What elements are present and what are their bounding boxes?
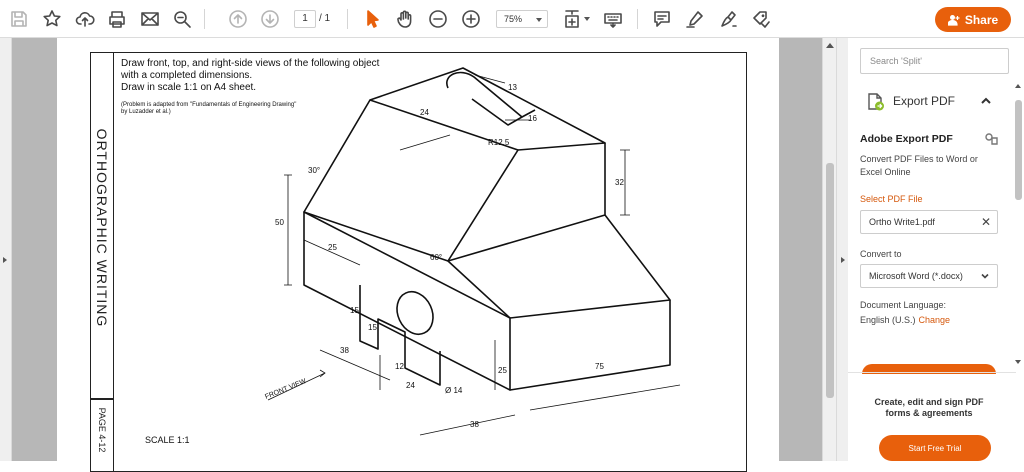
isometric-object-svg: 24 13 16 R12.5 30° 32 50 25 60° 15 15 38… [264, 67, 681, 436]
share-label: Share [964, 12, 999, 27]
dimension-line [529, 384, 681, 411]
hand-tool-icon[interactable] [393, 7, 417, 31]
scroll-thumb[interactable] [1015, 100, 1022, 200]
adobe-export-description: Convert PDF Files to Word or Excel Onlin… [860, 154, 978, 177]
dimension-label: 25 [498, 366, 507, 375]
clear-file-icon[interactable]: ✕ [981, 216, 991, 228]
dimension-label: 12 [395, 362, 404, 371]
right-panel-toggle[interactable] [836, 38, 848, 461]
expand-arrow-icon [3, 257, 7, 263]
dimension-label: R12.5 [488, 138, 510, 147]
print-icon[interactable] [105, 7, 129, 31]
front-face [303, 211, 511, 391]
dimension-label: 32 [615, 178, 624, 187]
page-number-input[interactable]: 1 [294, 10, 316, 28]
dimension-label: 13 [508, 83, 517, 92]
save-icon[interactable] [7, 7, 31, 31]
scroll-up-icon[interactable] [826, 43, 834, 48]
upload-cloud-icon[interactable] [73, 7, 97, 31]
convert-format-select[interactable]: Microsoft Word (*.docx) [860, 264, 998, 288]
add-person-icon [947, 14, 960, 26]
upper-sloped-face [303, 99, 519, 262]
right-face [509, 300, 671, 391]
toolbar: 1 / 1 75% Share [0, 0, 1024, 38]
sheet-title: ORTHOGRAPHIC WRITING [94, 128, 110, 328]
scroll-up-icon[interactable] [1015, 84, 1021, 88]
highlight-pen-icon[interactable] [683, 7, 707, 31]
dimension-label: 24 [420, 108, 429, 117]
ridge-edge [447, 260, 511, 319]
keyboard-icon[interactable] [601, 7, 625, 31]
dimension-label: 15 [368, 323, 377, 332]
page-fit-icon[interactable] [560, 7, 590, 31]
zoom-in-icon[interactable] [459, 7, 483, 31]
convert-format-value: Microsoft Word (*.docx) [869, 271, 963, 281]
comment-icon[interactable] [650, 7, 674, 31]
roof-edge [509, 214, 671, 319]
page-total: / 1 [319, 13, 331, 24]
panel-scrollbar[interactable] [1014, 80, 1024, 370]
promo-text: Create, edit and sign PDF forms & agreem… [874, 397, 984, 418]
dimension-line [284, 174, 292, 286]
zoom-level-select[interactable]: 75% [496, 10, 548, 28]
dimension-label: 24 [406, 381, 415, 390]
dimension-label: 30° [308, 166, 320, 175]
dimension-line [319, 349, 391, 381]
dimension-label: 60° [430, 253, 442, 262]
select-cursor-icon[interactable] [361, 7, 385, 31]
front-view-label: FRONT VIEW [264, 378, 308, 401]
collapse-chevron-icon[interactable] [980, 94, 992, 106]
document-scrollbar[interactable] [822, 38, 836, 461]
language-value: English (U.S.) [860, 315, 916, 325]
title-strip-divider [90, 398, 114, 400]
start-free-trial-button[interactable]: Start Free Trial [879, 435, 991, 461]
page-label: PAGE 4-12 [97, 407, 107, 453]
right-sloped-face [447, 143, 606, 262]
scroll-down-icon[interactable] [1015, 360, 1021, 364]
isometric-drawing: 24 13 16 R12.5 30° 32 50 25 60° 15 15 38… [230, 55, 700, 461]
scroll-thumb[interactable] [826, 163, 834, 398]
prev-page-icon[interactable] [226, 7, 250, 31]
dimension-line [419, 414, 516, 436]
document-language: English (U.S.) Change [860, 315, 950, 325]
next-page-icon[interactable] [258, 7, 282, 31]
scale-label: SCALE 1:1 [145, 435, 190, 445]
bookmark-star-icon[interactable] [40, 7, 64, 31]
file-name: Ortho Write1.pdf [869, 217, 935, 227]
dimension-label: 15 [350, 306, 359, 315]
export-pdf-icon [868, 92, 884, 110]
collapse-arrow-icon [841, 257, 845, 263]
convert-to-label: Convert to [860, 249, 902, 259]
zoom-out-icon[interactable] [426, 7, 450, 31]
fill-sign-icon[interactable] [749, 7, 773, 31]
dimension-label: 75 [595, 362, 604, 371]
chevron-down-icon [981, 272, 989, 280]
dimension-label: 50 [275, 218, 284, 227]
left-panel-toggle[interactable] [0, 38, 12, 461]
dimension-label: Ø 14 [445, 386, 463, 395]
select-file-label: Select PDF File [860, 194, 923, 204]
slot [446, 71, 523, 126]
dimension-line [399, 134, 451, 151]
toolbar-separator [637, 9, 638, 29]
account-switch-icon[interactable] [984, 132, 998, 146]
change-language-link[interactable]: Change [919, 315, 951, 325]
dimension-label: 16 [528, 114, 537, 123]
search-input[interactable]: Search 'Split' [860, 48, 1009, 74]
dimension-label: 38 [470, 420, 479, 429]
toolbar-separator [204, 9, 205, 29]
share-button[interactable]: Share [935, 7, 1011, 32]
search-zoom-icon[interactable] [170, 7, 194, 31]
toolbar-separator [347, 9, 348, 29]
adobe-export-title: Adobe Export PDF [860, 133, 953, 145]
selected-file-field[interactable]: Ortho Write1.pdf ✕ [860, 210, 998, 234]
draw-icon[interactable] [716, 7, 740, 31]
dimension-label: 25 [328, 243, 337, 252]
email-icon[interactable] [138, 7, 162, 31]
export-pdf-title: Export PDF [893, 94, 956, 108]
dimension-label: 38 [340, 346, 349, 355]
document-language-label: Document Language: [860, 300, 947, 310]
panel-divider [848, 372, 1016, 373]
